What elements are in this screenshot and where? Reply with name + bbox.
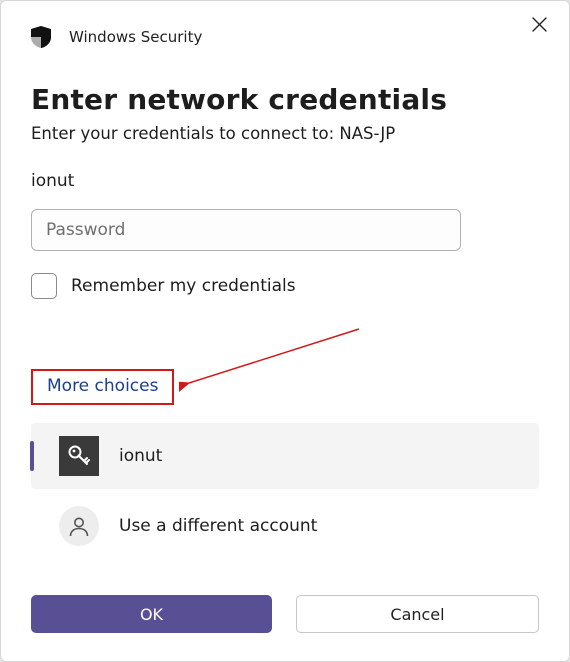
password-input[interactable] (44, 219, 448, 241)
person-icon (59, 506, 99, 546)
more-choices-link[interactable]: More choices (31, 369, 174, 405)
shield-icon (31, 26, 51, 48)
credentials-dialog: Windows Security Enter network credentia… (0, 0, 570, 662)
account-list: ionut Use a different account (31, 423, 539, 559)
remember-row: Remember my credentials (31, 273, 539, 299)
close-button[interactable] (526, 11, 553, 38)
remember-checkbox[interactable] (31, 273, 57, 299)
account-option-label: Use a different account (119, 516, 317, 536)
cancel-button[interactable]: Cancel (296, 595, 539, 633)
dialog-heading: Enter network credentials (31, 83, 539, 116)
ok-button[interactable]: OK (31, 595, 272, 633)
dialog-subtitle: Enter your credentials to connect to: NA… (31, 124, 539, 143)
password-field[interactable] (31, 209, 461, 251)
key-icon (59, 436, 99, 476)
annotation-arrow (179, 323, 379, 403)
username-display: ionut (31, 171, 539, 191)
account-option-different[interactable]: Use a different account (31, 493, 539, 559)
account-option-label: ionut (119, 446, 162, 466)
titlebar: Windows Security (31, 1, 539, 55)
account-option-current[interactable]: ionut (31, 423, 539, 489)
remember-label: Remember my credentials (71, 276, 296, 296)
titlebar-text: Windows Security (69, 28, 202, 46)
close-icon (532, 17, 547, 32)
button-row: OK Cancel (31, 595, 539, 633)
